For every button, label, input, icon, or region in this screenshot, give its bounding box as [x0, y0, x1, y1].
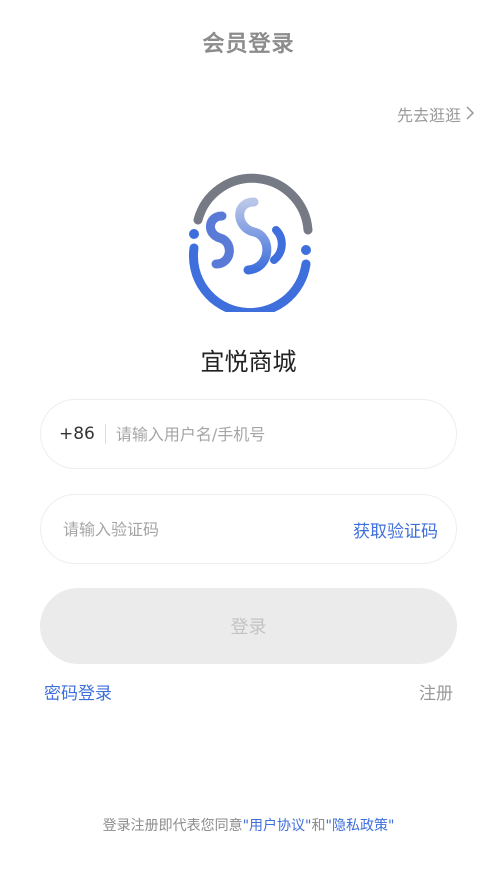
register-link[interactable]: 注册 — [419, 679, 453, 704]
privacy-policy-link[interactable]: "隐私政策" — [326, 818, 395, 834]
skip-label: 先去逛逛 — [396, 106, 461, 125]
verification-code-field[interactable]: 获取验证码 — [40, 494, 457, 564]
verification-code-input[interactable] — [63, 519, 353, 539]
agreement-text: 登录注册即代表您同意"用户协议"和"隐私政策" — [0, 815, 497, 835]
login-button[interactable]: 登录 — [40, 588, 457, 664]
password-login-link[interactable]: 密码登录 — [44, 679, 112, 704]
brand-name: 宜悦商城 — [200, 348, 297, 376]
page-title: 会员登录 — [202, 32, 295, 57]
chevron-right-icon — [465, 105, 475, 124]
get-code-button[interactable]: 获取验证码 — [353, 517, 438, 542]
phone-field[interactable]: +86 — [40, 399, 457, 469]
agreement-prefix: 登录注册即代表您同意 — [102, 818, 243, 834]
brand-logo — [180, 172, 320, 318]
header: 会员登录 — [0, 0, 497, 80]
skip-link[interactable]: 先去逛逛 — [397, 102, 475, 126]
agreement-and: 和 — [311, 818, 326, 834]
user-agreement-link[interactable]: "用户协议" — [243, 818, 312, 834]
phone-input[interactable] — [115, 424, 440, 444]
country-code-prefix[interactable]: +86 — [59, 424, 106, 444]
